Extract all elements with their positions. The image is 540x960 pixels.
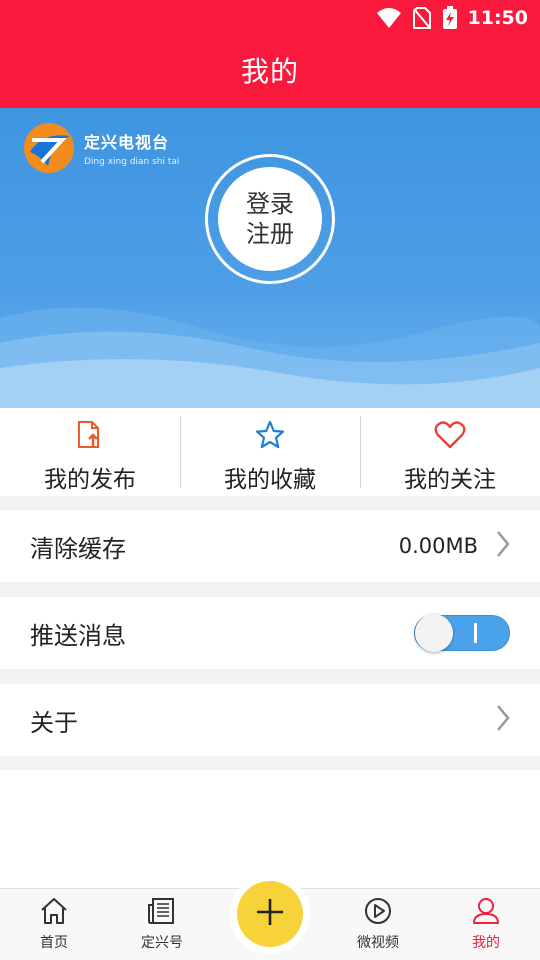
status-bar: 11:50: [376, 6, 528, 30]
nav-mine-label: 我的: [472, 935, 500, 951]
nav-home-label: 首页: [40, 935, 68, 951]
nav-dingxing-hao-label: 定兴号: [141, 935, 183, 951]
publish-icon: [76, 420, 104, 454]
about-label: 关于: [30, 708, 78, 737]
login-register-button[interactable]: 登录 注册: [218, 167, 322, 271]
wave-decoration: [0, 307, 540, 408]
station-logo: 定兴电视台 Ding xing dian shi tai: [22, 122, 179, 174]
nav-home[interactable]: 首页: [0, 889, 108, 960]
my-publish-label: 我的发布: [44, 467, 136, 493]
user-icon: [471, 897, 501, 929]
nav-micro-video[interactable]: 微视频: [324, 889, 432, 960]
profile-banner: 定兴电视台 Ding xing dian shi tai 登录 注册: [0, 108, 540, 408]
star-icon: [255, 420, 285, 454]
nav-dingxing-hao[interactable]: 定兴号: [108, 889, 216, 960]
wifi-icon: [376, 7, 402, 29]
chevron-right-icon: [496, 530, 510, 562]
station-name: 定兴电视台: [84, 133, 170, 152]
register-label: 注册: [246, 220, 294, 248]
clear-cache-row[interactable]: 清除缓存 0.00MB: [0, 510, 540, 582]
no-sim-icon: [412, 6, 432, 30]
quick-actions: 我的发布 我的收藏 我的关注: [0, 408, 540, 496]
my-favorites-label: 我的收藏: [224, 467, 316, 493]
battery-charging-icon: [442, 6, 458, 30]
nav-micro-video-label: 微视频: [357, 935, 399, 951]
clear-cache-label: 清除缓存: [30, 534, 126, 563]
page-title: 我的: [240, 55, 299, 88]
login-label: 登录: [246, 190, 294, 218]
newspaper-icon: [147, 897, 177, 929]
status-time: 11:50: [467, 7, 528, 29]
empty-content-area: [0, 770, 540, 888]
plus-icon: [255, 897, 285, 931]
push-notifications-toggle[interactable]: [414, 614, 510, 652]
play-icon: [363, 897, 393, 929]
home-icon: [39, 897, 69, 929]
top-bar: 11:50 我的: [0, 0, 540, 108]
chevron-right-icon: [496, 704, 510, 736]
my-publish-button[interactable]: 我的发布: [0, 408, 180, 496]
cache-size-value: 0.00MB: [398, 534, 478, 558]
nav-mine[interactable]: 我的: [432, 889, 540, 960]
push-notifications-row: 推送消息: [0, 597, 540, 669]
login-ring: 登录 注册: [205, 154, 335, 284]
my-following-label: 我的关注: [404, 467, 496, 493]
my-favorites-button[interactable]: 我的收藏: [180, 408, 360, 496]
heart-icon: [434, 420, 466, 454]
station-logo-mark-icon: [24, 123, 74, 173]
push-notifications-label: 推送消息: [30, 621, 126, 650]
fab-ring: [230, 874, 310, 954]
toggle-knob: [415, 614, 453, 652]
about-row[interactable]: 关于: [0, 684, 540, 756]
my-following-button[interactable]: 我的关注: [360, 408, 540, 496]
toggle-on-mark: [474, 623, 477, 643]
add-post-button[interactable]: [237, 881, 303, 947]
station-pinyin: Ding xing dian shi tai: [84, 157, 180, 167]
